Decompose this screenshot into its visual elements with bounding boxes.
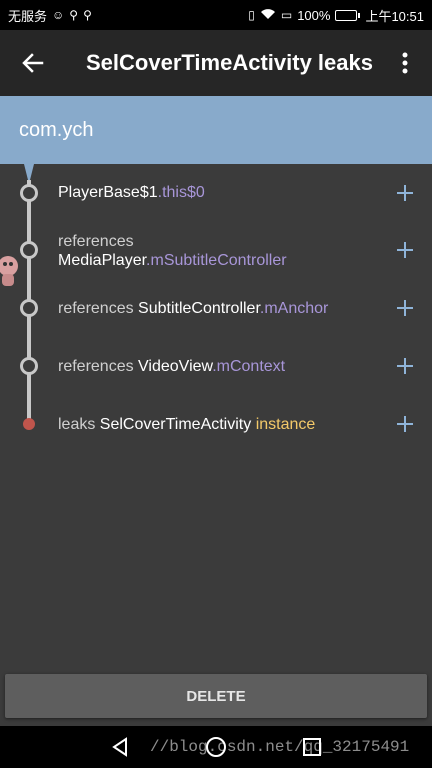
back-button[interactable]: [0, 30, 66, 96]
battery-percent: 100%: [297, 7, 331, 23]
trace-text: leaks SelCoverTimeActivity instance: [58, 416, 316, 433]
trace-node: [20, 357, 38, 375]
leak-node: [23, 418, 35, 430]
plus-icon[interactable]: [396, 184, 414, 202]
plus-icon[interactable]: [396, 357, 414, 375]
plus-icon[interactable]: [396, 415, 414, 433]
package-header: com.ych: [0, 96, 432, 164]
trace-node: [20, 184, 38, 202]
nav-bar: //blog.csdn.net/qq_32175491: [0, 726, 432, 768]
arrow-left-icon: [22, 53, 44, 73]
trace-row[interactable]: leaks SelCoverTimeActivity instance: [0, 410, 432, 440]
clock: 上午10:51: [365, 8, 424, 24]
status-bar: 无服务 ☺ ⚲ ⚲ ▯ ▭ 100% 上午10:51: [0, 0, 432, 30]
trace-text: PlayerBase$1.this$0: [58, 184, 205, 201]
package-name: com.ych: [19, 118, 94, 141]
notification-icon: ☺: [52, 8, 65, 22]
battery-icon: [335, 9, 361, 21]
delete-button[interactable]: DELETE: [5, 674, 427, 718]
trace-text: references VideoView.mContext: [58, 358, 286, 375]
trace-node: [20, 299, 38, 317]
trace-row[interactable]: PlayerBase$1.this$0: [0, 178, 432, 208]
trace-row[interactable]: references VideoView.mContext: [0, 352, 432, 382]
back-nav-icon[interactable]: [108, 735, 132, 759]
plus-icon[interactable]: [396, 241, 414, 259]
usb-icon: ⚲: [69, 8, 79, 22]
trace-node: [20, 241, 38, 259]
watermark-text: //blog.csdn.net/qq_32175491: [150, 738, 410, 756]
wifi-icon: [260, 8, 276, 23]
plus-icon[interactable]: [396, 299, 414, 317]
trace-row[interactable]: references MediaPlayer.mSubtitleControll…: [0, 230, 432, 272]
page-title: SelCoverTimeActivity leaks: [86, 50, 373, 75]
more-vert-icon: [402, 52, 408, 74]
sim-icon: ▭: [280, 8, 293, 22]
carrier-text: 无服务: [8, 8, 48, 24]
vibrate-icon: ▯: [248, 8, 255, 22]
floating-mascot-icon[interactable]: [0, 252, 22, 288]
trace-text: references SubtitleController.mAnchor: [58, 300, 329, 317]
trace-text: references MediaPlayer.mSubtitleControll…: [58, 233, 287, 269]
app-bar: SelCoverTimeActivity leaks: [0, 30, 432, 96]
overflow-menu-button[interactable]: [378, 30, 432, 96]
trace-row[interactable]: references SubtitleController.mAnchor: [0, 294, 432, 324]
usb-debug-icon: ⚲: [83, 8, 92, 22]
